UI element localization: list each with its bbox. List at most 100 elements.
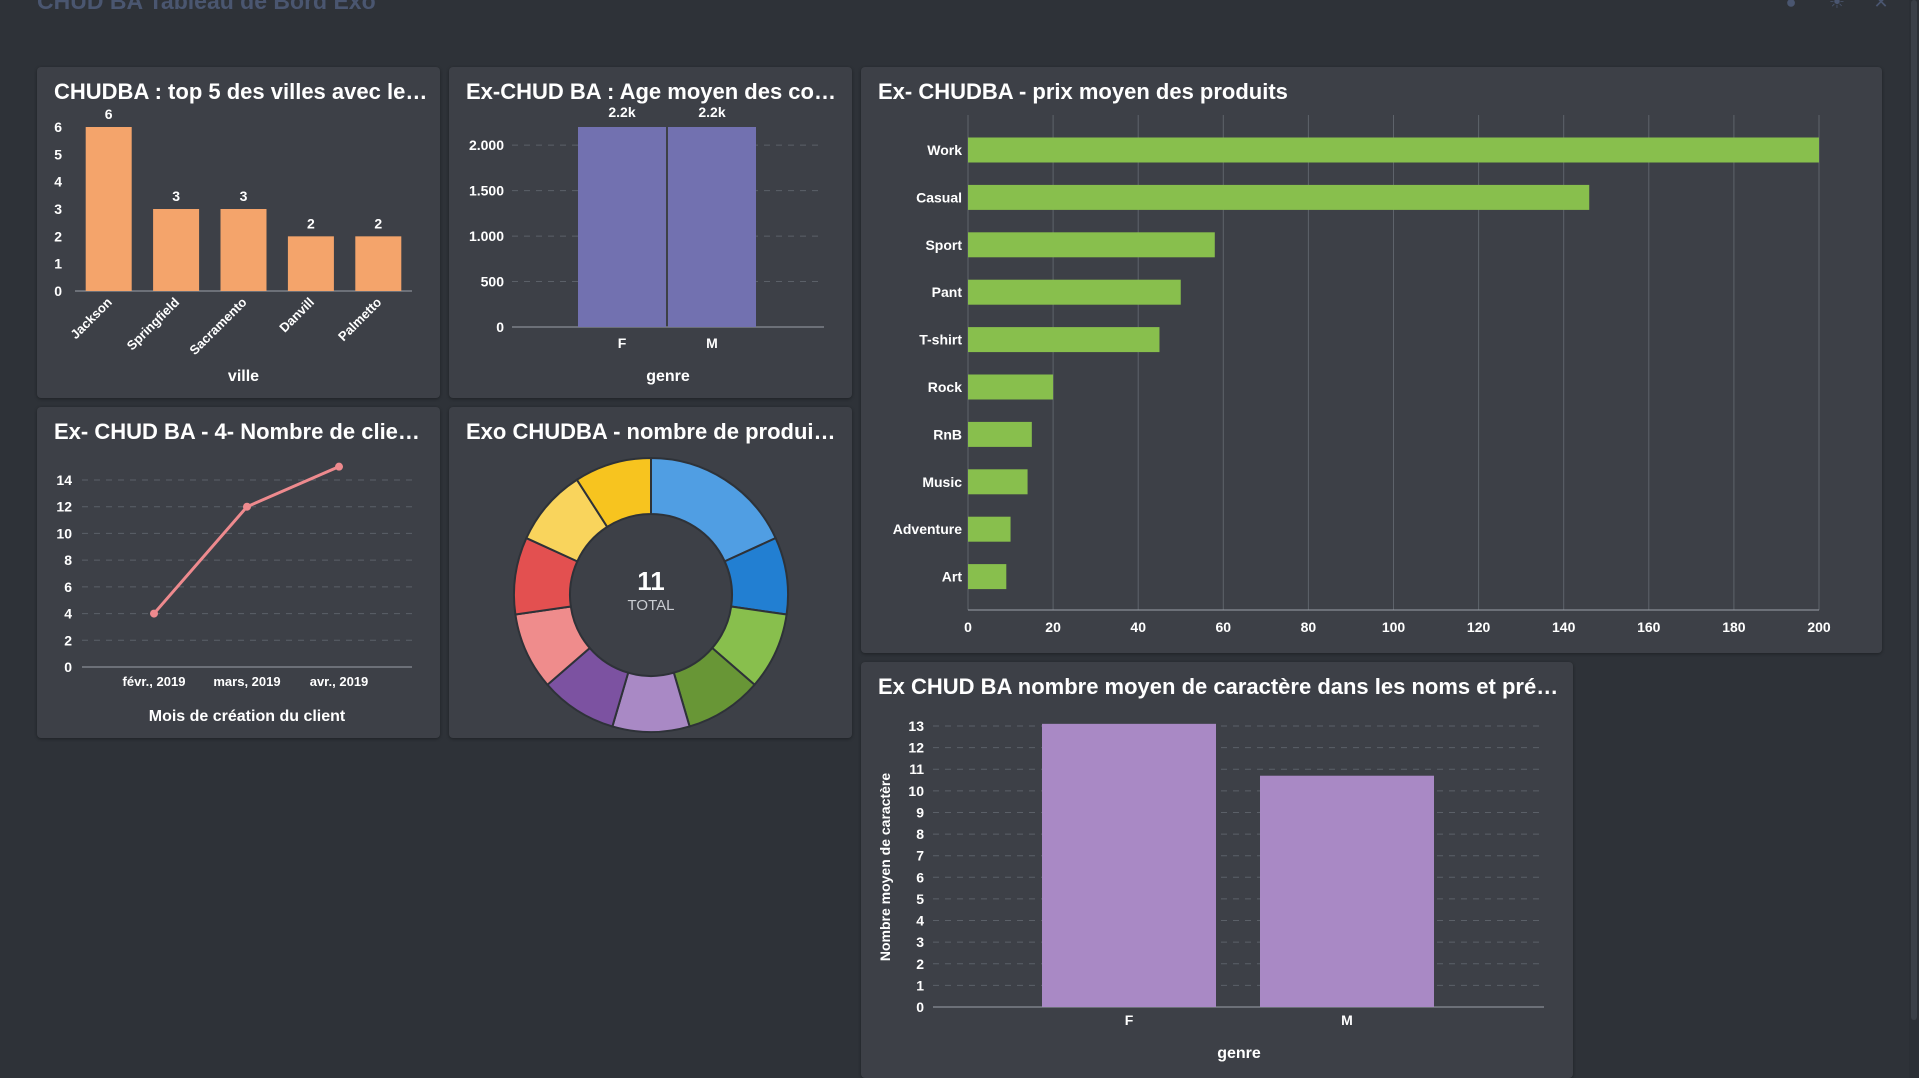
x-tick-label: 80 [1301,619,1317,635]
x-tick-label: 20 [1045,619,1061,635]
y-tick-label: 3 [916,934,924,950]
card-nombre-caractere[interactable]: Ex CHUD BA nombre moyen de caractère dan… [861,662,1573,1078]
card-prix-moyen[interactable]: Ex- CHUDBA - prix moyen des produits 0 20… [861,67,1882,653]
dashboard-title: CHUD BA Tableau de Bord Exo [37,0,376,14]
y-tick-label: 5 [54,146,62,162]
scrollbar-thumb[interactable] [1911,0,1917,1020]
bar [153,209,200,291]
y-tick-label: 14 [56,472,72,488]
y-tick-label: 1.000 [469,228,504,244]
card-age-moyen[interactable]: Ex-CHUD BA : Age moyen des com... 0 500 1.… [449,67,852,398]
bar [968,232,1215,258]
y-tick-label: 6 [54,119,62,135]
bar [1260,775,1434,1007]
bar [968,184,1590,210]
y-tick-label: 4 [916,913,924,929]
y-tick-label: 13 [908,718,924,734]
y-tick-label: Casual [916,189,962,205]
x-tick-label: 0 [964,619,972,635]
y-tick-label: 2.000 [469,137,504,153]
y-tick-label: 2 [64,632,72,648]
dashboard-header: CHUD BA Tableau de Bord Exo ● ☀ ✕ [0,0,1919,40]
x-tick-label: 100 [1382,619,1406,635]
bar [355,236,402,291]
data-label: 2.2k [698,104,725,120]
data-point [150,609,158,618]
y-tick-label: Rock [928,379,962,395]
y-tick-label: 6 [916,869,924,885]
x-axis-title: genre [646,368,690,385]
y-tick-label: 6 [64,579,72,595]
donut-chart-produits: 11TOTAL [513,456,789,733]
y-tick-label: Pant [932,284,963,300]
y-tick-label: 0 [916,999,924,1015]
x-tick-label: 140 [1552,619,1576,635]
y-tick-label: 12 [908,740,924,756]
y-tick-label: 8 [916,826,924,842]
x-tick-label: 180 [1722,619,1746,635]
x-axis-title: Mois de création du client [149,708,346,725]
y-tick-label: 1.500 [469,183,504,199]
data-label: 2.2k [608,104,635,120]
y-tick-label: 3 [54,201,62,217]
x-tick-label: M [706,335,718,351]
y-tick-label: 11 [909,761,924,777]
x-tick-label: avr., 2019 [310,674,369,689]
x-tick-label: Palmetto [335,294,384,343]
y-tick-label: Art [942,569,963,585]
info-icon[interactable]: ● [1780,0,1802,14]
y-tick-label: 2 [916,956,924,972]
x-axis-title: ville [228,368,259,385]
x-tick-label: F [1125,1012,1134,1028]
x-tick-label: Springfield [124,294,183,353]
y-tick-label: 0 [54,283,62,299]
card-top-villes[interactable]: CHUDBA : top 5 des villes avec le pl... … [37,67,440,398]
y-tick-label: 5 [916,891,924,907]
y-tick-label: 7 [916,848,924,864]
y-tick-label: Adventure [893,521,962,537]
card-nombre-client[interactable]: Ex- CHUD BA - 4- Nombre de client ... 02… [37,407,440,738]
x-tick-label: 200 [1807,619,1831,635]
data-label: 6 [105,106,113,122]
y-tick-label: 4 [54,174,62,190]
bar-chart-villes: 0 1 2 3 4 5 6 6 Jackson 3 Springfield 3 Sacramento 2 D… [54,106,412,385]
y-tick-label: 10 [56,525,72,541]
card-nombre-produit[interactable]: Exo CHUDBA - nombre de produit ... 11 TOT… [449,407,852,738]
y-axis-title: Nombre moyen de caractère [877,773,893,962]
y-tick-label: 8 [64,552,72,568]
x-tick-label: Jackson [67,294,114,341]
x-tick-label: 160 [1637,619,1661,635]
donut-total-label: TOTAL [628,597,675,614]
x-tick-label: Danvill [276,295,317,336]
bar [968,327,1160,353]
x-tick-label: F [618,335,627,351]
donut-total-value: 11 [637,566,665,596]
x-tick-label: 40 [1130,619,1146,635]
bar [668,127,756,327]
y-tick-label: Sport [925,237,962,253]
x-tick-label: M [1341,1012,1353,1028]
bar [968,137,1819,163]
bar-chart-age: 0 500 1.000 1.500 2.000 2.2k F 2.2k Mgenre [469,104,824,385]
hbar-chart-prix: 0 20 40 60 80 100 120 140 160 180 200 Work Casual Spo… [893,115,1831,635]
bar [220,209,267,291]
y-tick-label: 4 [64,606,72,622]
close-icon[interactable]: ✕ [1870,0,1892,14]
x-tick-label: 60 [1216,619,1232,635]
y-tick-label: 12 [56,499,72,515]
x-tick-label: 120 [1467,619,1491,635]
bar [287,236,334,291]
page-scrollbar[interactable] [1909,0,1919,1078]
bar [968,279,1181,305]
data-label: 2 [307,215,315,231]
bar [968,516,1011,542]
bar [968,421,1032,447]
y-tick-label: Work [927,142,962,158]
x-tick-label: Sacramento [186,294,249,357]
x-axis-title: genre [1217,1045,1261,1062]
y-tick-label: 500 [481,274,505,290]
bar [968,564,1007,590]
theme-toggle-icon[interactable]: ☀ [1826,0,1848,14]
data-label: 3 [240,188,248,204]
bar [578,127,666,327]
